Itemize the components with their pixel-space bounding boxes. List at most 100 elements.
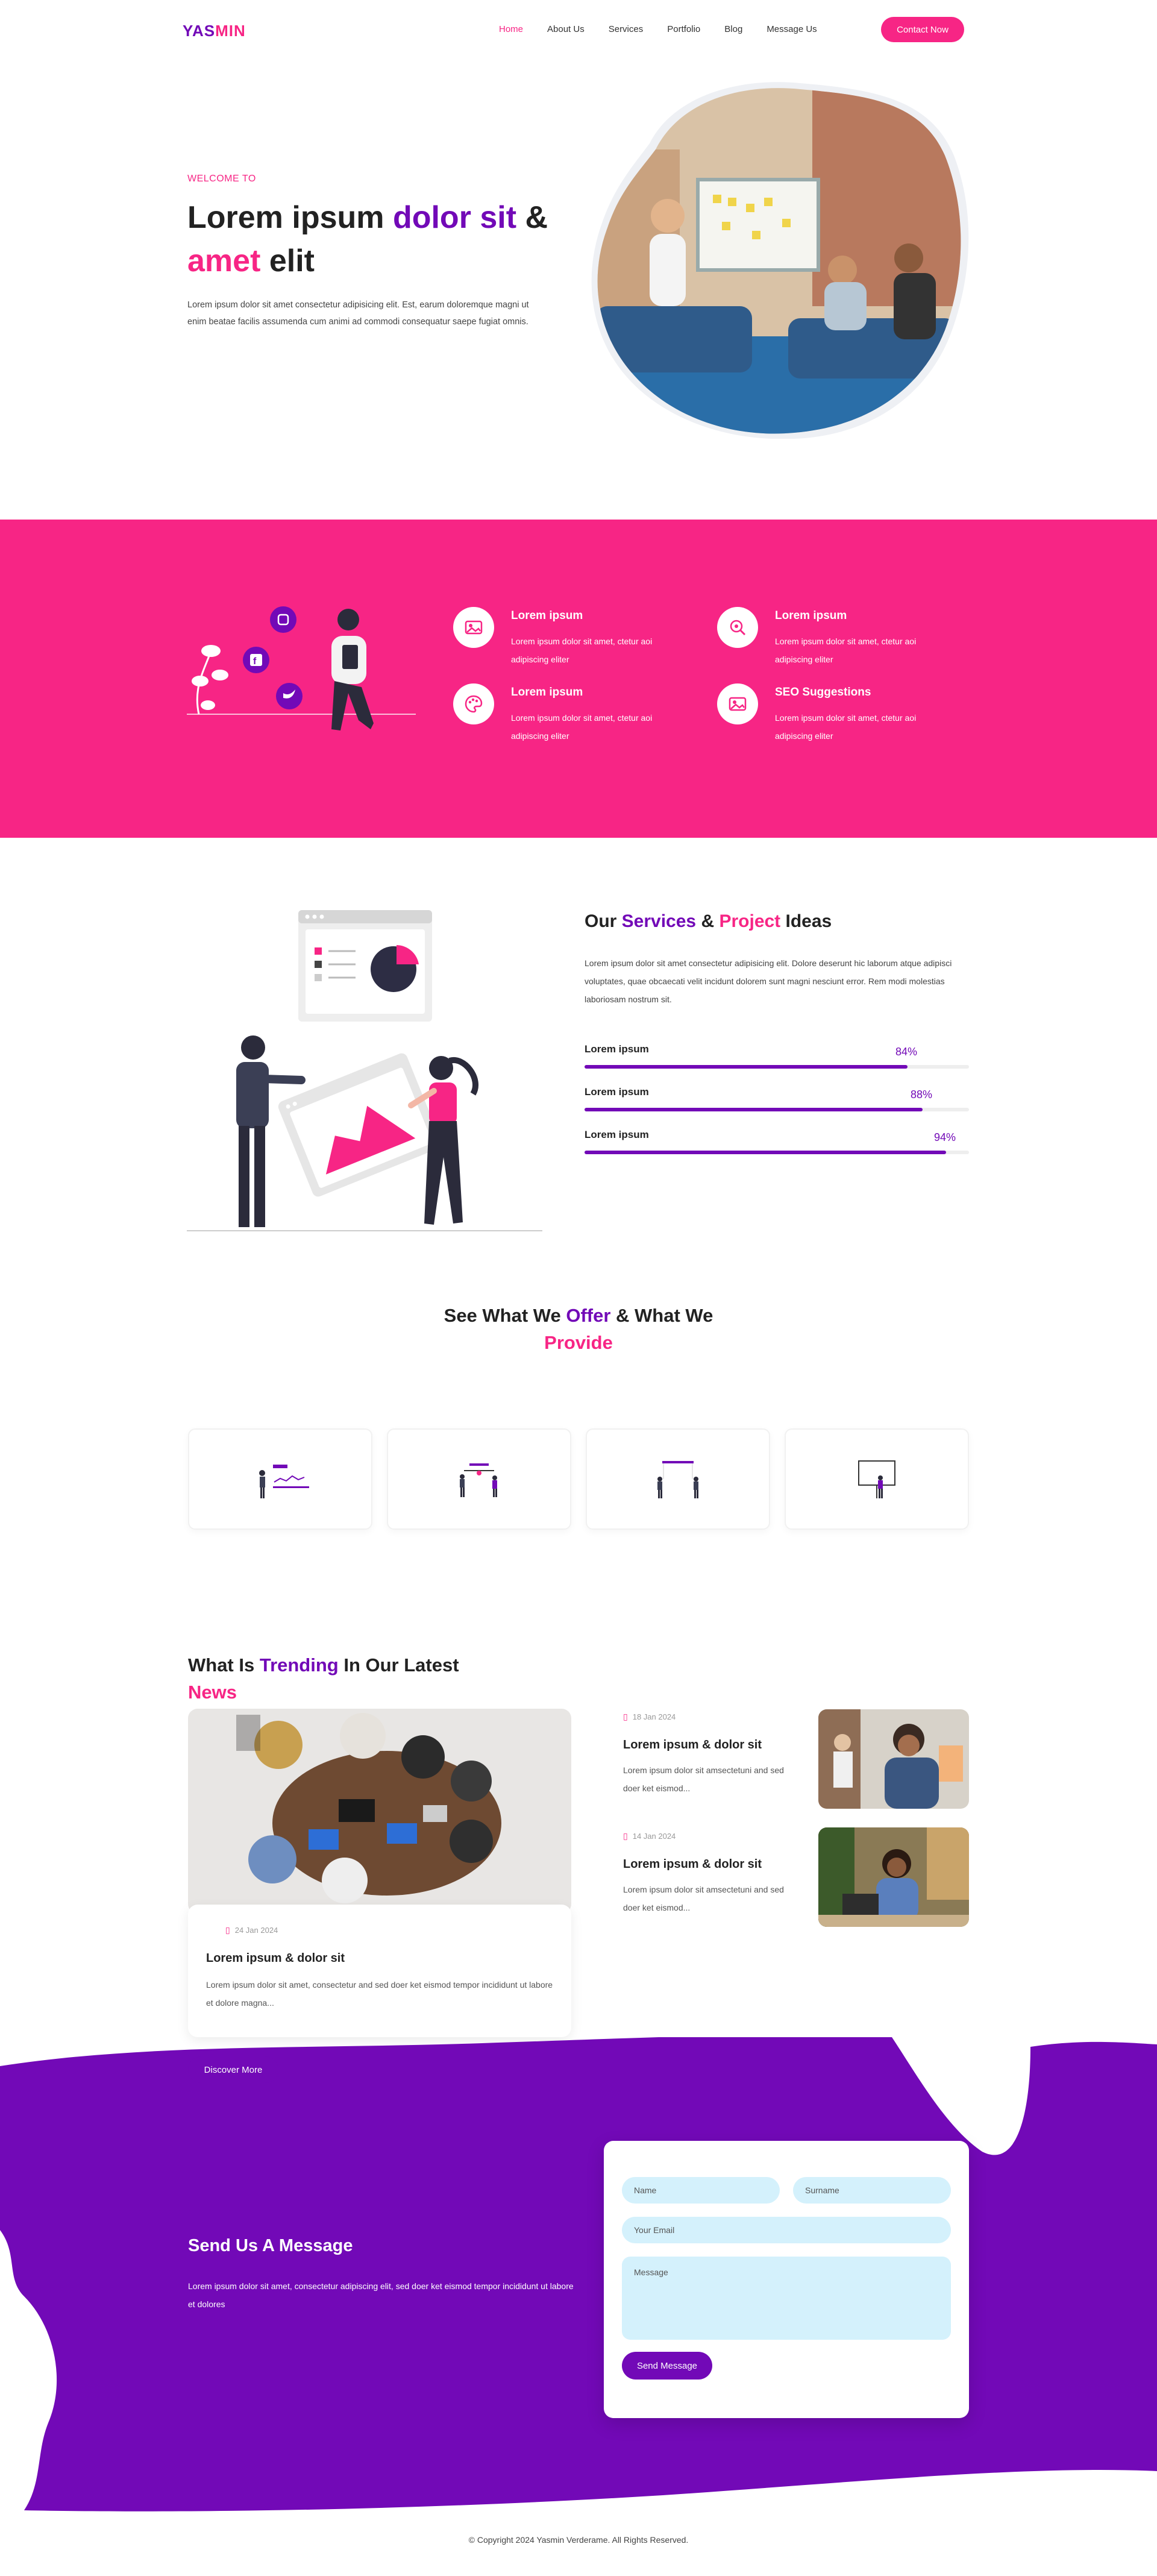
offer-title-highlight: Offer	[566, 1305, 611, 1326]
nav-services[interactable]: Services	[609, 24, 644, 34]
news-date-text: 24 Jan 2024	[234, 1926, 278, 1935]
news-date-text: 18 Jan 2024	[632, 1712, 676, 1721]
news-date: ▯ 18 Jan 2024	[623, 1712, 676, 1722]
svg-text:f: f	[253, 656, 257, 667]
name-field[interactable]: Name	[622, 2177, 780, 2204]
logo-part1: YAS	[183, 22, 216, 40]
welcome-label: WELCOME TO	[187, 174, 256, 184]
services-title-part: Our	[585, 911, 622, 931]
contact-now-button[interactable]: Contact Now	[881, 17, 964, 42]
palette-icon	[453, 683, 494, 724]
news-headline[interactable]: Lorem ipsum & dolor sit	[623, 1858, 762, 1871]
hero-title-part: &	[516, 200, 548, 235]
skill-bar-label: Lorem ipsum	[585, 1043, 649, 1055]
skill-bar-track	[585, 1065, 969, 1069]
offer-title-part: & What We	[610, 1305, 713, 1326]
news-title-part: In Our Latest	[338, 1654, 459, 1676]
skill-bar-track	[585, 1108, 969, 1111]
news-date: ▯ 24 Jan 2024	[225, 1925, 278, 1935]
skill-bar: Lorem ipsum 88%	[585, 1086, 969, 1122]
feature-card: Lorem ipsum Lorem ipsum dolor sit amet, …	[453, 607, 706, 673]
hero-title-part: Lorem ipsum	[187, 200, 393, 235]
seo-icon	[717, 683, 758, 724]
feature-card: Lorem ipsum Lorem ipsum dolor sit amet, …	[717, 607, 970, 673]
send-message-button[interactable]: Send Message	[622, 2352, 712, 2380]
skill-bar-label: Lorem ipsum	[585, 1086, 649, 1098]
news-date: ▯ 14 Jan 2024	[623, 1831, 676, 1841]
feature-desc: Lorem ipsum dolor sit amet, ctetur aoi a…	[511, 713, 653, 741]
news-excerpt: Lorem ipsum dolor sit amet, consectetur …	[206, 1980, 553, 2008]
message-title: Send Us A Message	[188, 2236, 353, 2255]
services-title-part: Ideas	[780, 911, 832, 931]
news-title-highlight-pink: News	[188, 1682, 237, 1703]
skill-bar-percent: 84%	[895, 1046, 918, 1058]
offer-title-highlight-pink: Provide	[544, 1332, 613, 1353]
surname-field[interactable]: Surname	[793, 2177, 951, 2204]
email-field[interactable]: Your Email	[622, 2217, 951, 2243]
news-excerpt: Lorem ipsum dolor sit amsectetuni and se…	[623, 1765, 784, 1793]
offer-card[interactable]	[785, 1428, 969, 1530]
feature-title: Lorem ipsum	[511, 686, 583, 699]
nav-about[interactable]: About Us	[547, 24, 585, 34]
news-headline[interactable]: Lorem ipsum & dolor sit	[206, 1952, 345, 1965]
skill-bar-fill	[585, 1151, 946, 1154]
presentation-screen-illustration	[858, 1460, 895, 1498]
social-media-illustration: f	[187, 606, 416, 730]
feature-card: SEO Suggestions Lorem ipsum dolor sit am…	[717, 683, 970, 750]
image-icon	[453, 607, 494, 648]
message-field[interactable]: Message	[622, 2257, 951, 2340]
skill-bar-track	[585, 1151, 969, 1154]
offer-card[interactable]	[188, 1428, 372, 1530]
logo[interactable]: YASMIN	[183, 22, 246, 40]
offer-card[interactable]	[387, 1428, 571, 1530]
news-side-photo[interactable]	[818, 1709, 969, 1809]
nav-message[interactable]: Message Us	[767, 24, 817, 34]
copyright-text: © Copyright 2024 Yasmin Verderame. All R…	[468, 2535, 689, 2545]
teamwork-illustration	[460, 1463, 497, 1497]
offer-title-part: See What We	[444, 1305, 566, 1326]
discover-more-button[interactable]: Discover More	[188, 2056, 278, 2083]
news-title-highlight: Trending	[259, 1654, 339, 1676]
calendar-icon: ▯	[623, 1712, 628, 1721]
news-excerpt: Lorem ipsum dolor sit amsectetuni and se…	[623, 1885, 784, 1912]
services-title-highlight: Services	[621, 911, 697, 931]
offer-title: See What We Offer & What We Provide	[398, 1302, 759, 1356]
skill-bar: Lorem ipsum 94%	[585, 1129, 969, 1165]
news-main-photo[interactable]	[188, 1709, 571, 1914]
skill-bar: Lorem ipsum 84%	[585, 1043, 969, 1079]
news-title: What Is Trending In Our Latest News	[188, 1651, 550, 1706]
analytics-illustration	[259, 1465, 309, 1498]
feature-desc: Lorem ipsum dolor sit amet, ctetur aoi a…	[775, 713, 917, 741]
search-icon	[717, 607, 758, 648]
message-description: Lorem ipsum dolor sit amet, consectetur …	[188, 2281, 574, 2309]
news-headline[interactable]: Lorem ipsum & dolor sit	[623, 1738, 762, 1752]
feature-title: Lorem ipsum	[775, 609, 847, 622]
hero-title-part: elit	[260, 243, 315, 278]
calendar-icon: ▯	[225, 1925, 230, 1935]
whiteboard-illustration	[657, 1461, 698, 1498]
news-main-card[interactable]: ▯ 24 Jan 2024 Lorem ipsum & dolor sit Lor…	[188, 1905, 571, 2037]
features-band	[0, 520, 1157, 838]
hero-title-highlight: dolor sit	[392, 200, 517, 235]
hero-description: Lorem ipsum dolor sit amet consectetur a…	[187, 300, 529, 327]
news-title-part: What Is	[188, 1654, 260, 1676]
feature-title: Lorem ipsum	[511, 609, 583, 622]
services-title-highlight-pink: Project	[719, 911, 781, 931]
contact-form: Name Surname Your Email Message Send Mes…	[604, 2141, 969, 2418]
skill-bar-fill	[585, 1065, 908, 1069]
news-side-photo[interactable]	[818, 1827, 969, 1927]
nav-portfolio[interactable]: Portfolio	[667, 24, 700, 34]
hero-title-highlight-pink: amet	[187, 243, 261, 278]
offer-card[interactable]	[586, 1428, 770, 1530]
main-nav: Home About Us Services Portfolio Blog Me…	[499, 24, 841, 34]
feature-desc: Lorem ipsum dolor sit amet, ctetur aoi a…	[775, 636, 917, 664]
hero-team-photo	[591, 82, 969, 439]
nav-home[interactable]: Home	[499, 24, 523, 34]
services-description: Lorem ipsum dolor sit amet consectetur a…	[585, 958, 952, 1004]
logo-part2: MIN	[215, 22, 246, 40]
presentation-illustration	[187, 910, 542, 1231]
nav-blog[interactable]: Blog	[724, 24, 742, 34]
services-title-part: &	[696, 911, 720, 931]
skill-bar-label: Lorem ipsum	[585, 1129, 649, 1140]
calendar-icon: ▯	[623, 1831, 628, 1841]
